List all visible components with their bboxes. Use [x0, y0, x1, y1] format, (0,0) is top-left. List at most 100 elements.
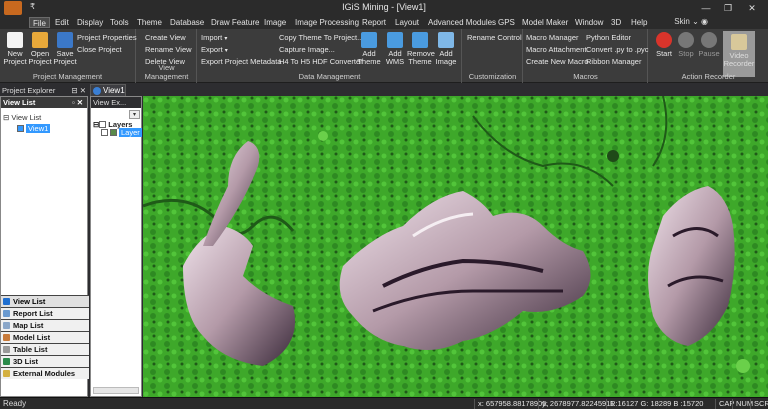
pause-record-button[interactable]: Pause	[696, 32, 722, 58]
list-item-table-list[interactable]: Table List	[1, 343, 89, 355]
horizontal-scrollbar[interactable]	[93, 387, 139, 394]
h4-h5-converter-button[interactable]: H4 To H5 HDF Converter	[279, 57, 363, 66]
add-wms-button[interactable]: Add WMS	[382, 32, 408, 66]
copy-theme-button[interactable]: Copy Theme To Project...	[279, 33, 363, 42]
list-item-report-list[interactable]: Report List	[1, 307, 89, 319]
data-management-label: Data Management	[298, 72, 361, 81]
macros-label: Macros	[573, 72, 598, 81]
rename-view-button[interactable]: Rename View	[145, 45, 192, 54]
report-icon	[3, 310, 10, 317]
list-item-model-list[interactable]: Model List	[1, 331, 89, 343]
list-item-external-modules[interactable]: External Modules	[1, 367, 89, 379]
menu-edit[interactable]: Edit	[52, 17, 72, 28]
list-item-label: Report List	[13, 309, 53, 318]
add-theme-button[interactable]: Add Theme	[356, 32, 382, 66]
python-editor-button[interactable]: Python Editor	[586, 33, 631, 42]
export-project-metadata-button[interactable]: Export Project Metadata	[201, 57, 281, 66]
close-button[interactable]: ✕	[742, 1, 762, 15]
add-image-button[interactable]: Add Image	[433, 32, 459, 66]
layer-dropdown[interactable]: ▾	[129, 110, 140, 119]
layer-label: Layer	[119, 128, 142, 137]
tree-item-view1-label: View1	[26, 124, 51, 133]
list-item-label: External Modules	[13, 369, 76, 378]
project-properties-button[interactable]: Project Properties	[77, 33, 137, 42]
maximize-button[interactable]: ❐	[718, 1, 738, 15]
tree-root-view-list[interactable]: ⊟ View List	[3, 113, 41, 122]
pin-icon[interactable]: ▫ ✕	[72, 97, 83, 108]
stop-icon	[678, 32, 694, 48]
tree-item-view1[interactable]: View1	[17, 124, 51, 133]
menu-database[interactable]: Database	[167, 17, 207, 28]
new-project-label: New Project	[3, 49, 27, 66]
project-explorer-title: Project Explorer	[2, 86, 56, 95]
list-item-view-list[interactable]: View List	[1, 295, 89, 307]
status-rgb: R:16127 G: 18289 B :15720	[606, 399, 703, 409]
layer-checkbox[interactable]	[101, 129, 108, 136]
menu-image-processing[interactable]: Image Processing	[292, 17, 362, 28]
menu-advanced-modules[interactable]: Advanced Modules	[425, 17, 499, 28]
menu-layout[interactable]: Layout	[392, 17, 422, 28]
rename-control-button[interactable]: Rename Control	[467, 33, 522, 42]
add-wms-label: Add WMS	[385, 49, 405, 66]
project-explorer-header: Project Explorer ⊟ ✕	[0, 85, 88, 96]
create-new-macro-button[interactable]: Create New Macro	[526, 57, 589, 66]
export-dropdown-icon: ▾	[224, 48, 228, 54]
bottom-list: View List Report List Map List Model Lis…	[1, 295, 89, 379]
tree-expand-icon[interactable]: ⊟	[3, 113, 9, 122]
skin-selector[interactable]: Skin ⌄ ◉	[674, 17, 708, 26]
table-icon	[3, 346, 10, 353]
open-project-button[interactable]: Open Project	[27, 32, 53, 66]
document-tab-strip: View1	[0, 83, 768, 96]
menu-file[interactable]: File	[29, 17, 50, 28]
map-canvas[interactable]	[143, 96, 768, 397]
menu-report[interactable]: Report	[359, 17, 389, 28]
stop-label: Stop	[678, 49, 694, 58]
tab-view1[interactable]: View1	[90, 84, 126, 96]
minimize-button[interactable]: —	[696, 1, 716, 15]
add-image-label: Add Image	[435, 49, 457, 66]
menu-help[interactable]: Help	[628, 17, 650, 28]
pin-close-icon[interactable]: ⊟ ✕	[71, 85, 86, 96]
satellite-image	[143, 96, 768, 397]
open-project-label: Open Project	[28, 49, 52, 66]
menu-window[interactable]: Window	[572, 17, 606, 28]
menu-theme[interactable]: Theme	[134, 17, 165, 28]
menu-3d[interactable]: 3D	[608, 17, 624, 28]
menu-draw-feature[interactable]: Draw Feature	[208, 17, 262, 28]
add-wms-icon	[387, 32, 403, 48]
ribbon-manager-button[interactable]: Ribbon Manager	[586, 57, 641, 66]
menu-display[interactable]: Display	[74, 17, 106, 28]
layers-checkbox[interactable]	[99, 121, 107, 128]
menu-image[interactable]: Image	[261, 17, 289, 28]
pause-icon	[701, 32, 717, 48]
tree-layer-item[interactable]: Layer	[101, 128, 142, 137]
list-item-3d-list[interactable]: 3D List	[1, 355, 89, 367]
create-view-button[interactable]: Create View	[145, 33, 186, 42]
capture-image-button[interactable]: Capture Image...	[279, 45, 335, 54]
group-action-recorder: Start Stop Pause Video Recorder Action R…	[649, 29, 768, 83]
new-file-icon	[7, 32, 23, 48]
macro-manager-button[interactable]: Macro Manager	[526, 33, 579, 42]
import-dropdown-icon: ▾	[224, 36, 228, 42]
export-label: Export	[201, 45, 223, 54]
raster-icon	[110, 129, 117, 136]
group-data-management: Import ▾ Export ▾ Export Project Metadat…	[198, 29, 462, 83]
convert-py-button[interactable]: Convert .py to .pyc	[586, 45, 649, 54]
ribbon: New Project Open Project Save Project Pr…	[0, 29, 768, 83]
import-button[interactable]: Import ▾	[201, 33, 227, 44]
new-project-button[interactable]: New Project	[2, 32, 28, 66]
close-project-button[interactable]: Close Project	[77, 45, 122, 54]
remove-theme-button[interactable]: Remove Theme	[407, 32, 435, 66]
list-item-map-list[interactable]: Map List	[1, 319, 89, 331]
menu-model-maker[interactable]: Model Maker	[519, 17, 571, 28]
macro-attachment-button[interactable]: Macro Attachment	[526, 45, 586, 54]
export-button[interactable]: Export ▾	[201, 45, 228, 56]
save-project-button[interactable]: Save Project	[52, 32, 78, 66]
status-bar: Ready x: 657958.88178905, y: 2678977.822…	[0, 397, 768, 409]
video-recorder-button[interactable]: Video Recorder	[723, 31, 755, 77]
menu-gps[interactable]: GPS	[495, 17, 518, 28]
view-list-header: View List ▫ ✕	[1, 97, 87, 108]
view1-checkbox[interactable]	[17, 125, 24, 132]
add-theme-icon	[361, 32, 377, 48]
menu-tools[interactable]: Tools	[107, 17, 132, 28]
